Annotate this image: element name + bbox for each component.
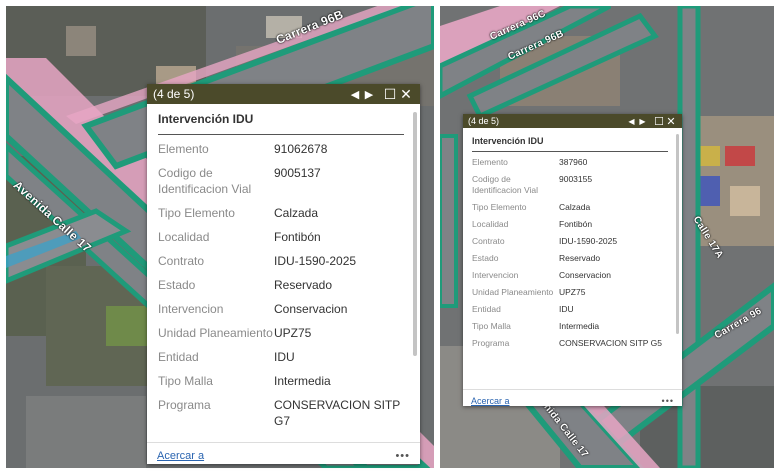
attribute-row: Codigo de Identificacion Vial 9005137: [158, 165, 404, 197]
popup-controls: ◀ ▶ ☐ ✕: [626, 115, 677, 128]
attribute-row: Estado Reservado: [472, 253, 668, 264]
attribute-row: Elemento 387960: [472, 157, 668, 168]
attribute-value: UPZ75: [274, 326, 312, 340]
attribute-value: 387960: [559, 157, 588, 167]
popup-counter: (4 de 5): [153, 87, 195, 101]
attribute-key: Programa: [472, 338, 510, 348]
attribute-value: UPZ75: [559, 287, 586, 297]
attribute-key: Localidad: [158, 230, 210, 244]
attribute-row: Entidad IDU: [472, 304, 668, 315]
attribute-value: IDU: [559, 304, 574, 314]
popup-header: (4 de 5) ◀ ▶ ☐ ✕: [463, 114, 682, 128]
attribute-value: IDU-1590-2025: [274, 254, 357, 268]
popup-title: Intervención IDU: [158, 110, 404, 135]
attribute-key: Unidad Planeamiento: [472, 287, 554, 297]
close-icon[interactable]: ✕: [665, 115, 677, 128]
attribute-value: Fontibón: [274, 230, 321, 244]
prev-icon[interactable]: ◀: [348, 88, 362, 101]
maximize-icon[interactable]: ☐: [382, 86, 398, 103]
attribute-key: Intervencion: [158, 302, 224, 316]
popup-footer: Acercar a •••: [147, 442, 420, 469]
attribute-table: Elemento 91062678 Codigo de Identificacion…: [158, 141, 404, 429]
attribute-key: Entidad: [472, 304, 501, 314]
attribute-row: Intervencion Conservacion: [158, 301, 404, 317]
zoom-to-link[interactable]: Acercar a: [157, 450, 204, 462]
close-icon[interactable]: ✕: [398, 86, 414, 103]
attribute-value: 9003155: [559, 174, 593, 184]
maximize-icon[interactable]: ☐: [653, 115, 665, 128]
popup-title: Intervención IDU: [472, 134, 668, 152]
attribute-value: Fontibón: [559, 219, 593, 229]
attribute-key: Tipo Malla: [158, 374, 213, 388]
more-options-icon[interactable]: •••: [395, 450, 410, 462]
attribute-value: 91062678: [274, 142, 328, 156]
attribute-row: Contrato IDU-1590-2025: [158, 253, 404, 269]
popup-footer: Acercar a •••: [463, 389, 682, 412]
more-options-icon[interactable]: •••: [662, 396, 674, 406]
attribute-row: Tipo Malla Intermedia: [472, 321, 668, 332]
popup-body[interactable]: Intervención IDU Elemento 387960 Codigo de…: [463, 128, 682, 389]
popup-body[interactable]: Intervención IDU Elemento 91062678 Codigo …: [147, 104, 420, 442]
attribute-row: Estado Reservado: [158, 277, 404, 293]
attribute-key: Intervencion: [472, 270, 519, 280]
attribute-key: Contrato: [158, 254, 205, 268]
attribute-row: Tipo Elemento Calzada: [472, 202, 668, 213]
feature-popup-left: (4 de 5) ◀ ▶ ☐ ✕ Intervención IDU Elemen…: [147, 84, 420, 464]
attribute-key: Tipo Malla: [472, 321, 511, 331]
attribute-key: Entidad: [158, 350, 199, 364]
next-icon[interactable]: ▶: [637, 117, 648, 126]
attribute-value: 9005137: [274, 166, 321, 180]
attribute-row: Elemento 91062678: [158, 141, 404, 157]
attribute-value: Calzada: [559, 202, 591, 212]
popup-counter: (4 de 5): [468, 116, 500, 126]
attribute-row: Unidad Planeamiento UPZ75: [472, 287, 668, 298]
attribute-row: Codigo de Identificacion Vial 9003155: [472, 174, 668, 196]
attribute-row: Localidad Fontibón: [158, 229, 404, 245]
feature-popup-right: (4 de 5) ◀ ▶ ☐ ✕ Intervención IDU Elemen…: [463, 114, 682, 406]
attribute-key: Elemento: [472, 157, 508, 167]
attribute-row: Localidad Fontibón: [472, 219, 668, 230]
attribute-key: Unidad Planeamiento: [158, 326, 273, 340]
attribute-value: Reservado: [274, 278, 333, 292]
attribute-row: Programa CONSERVACION SITP G5: [472, 338, 668, 349]
attribute-value: Intermedia: [274, 374, 331, 388]
scrollbar[interactable]: [676, 134, 679, 334]
attribute-value: Intermedia: [559, 321, 600, 331]
scrollbar[interactable]: [413, 112, 417, 356]
attribute-row: Tipo Malla Intermedia: [158, 373, 404, 389]
attribute-value: CONSERVACION SITP G5: [559, 338, 662, 348]
attribute-value: CONSERVACION SITP G7: [274, 398, 401, 428]
attribute-key: Elemento: [158, 142, 209, 156]
popup-controls: ◀ ▶ ☐ ✕: [348, 86, 414, 103]
attribute-table: Elemento 387960 Codigo de Identificacion V…: [472, 157, 668, 349]
next-icon[interactable]: ▶: [362, 88, 376, 101]
attribute-key: Localidad: [472, 219, 509, 229]
attribute-key: Estado: [472, 253, 499, 263]
attribute-value: IDU-1590-2025: [559, 236, 618, 246]
attribute-row: Tipo Elemento Calzada: [158, 205, 404, 221]
attribute-key: Tipo Elemento: [472, 202, 527, 212]
attribute-value: Calzada: [274, 206, 319, 220]
attribute-row: Entidad IDU: [158, 349, 404, 365]
attribute-key: Codigo de Identificacion Vial: [472, 174, 538, 195]
attribute-key: Contrato: [472, 236, 505, 246]
prev-icon[interactable]: ◀: [626, 117, 637, 126]
attribute-key: Tipo Elemento: [158, 206, 235, 220]
attribute-row: Unidad Planeamiento UPZ75: [158, 325, 404, 341]
zoom-to-link[interactable]: Acercar a: [471, 396, 510, 406]
popup-header: (4 de 5) ◀ ▶ ☐ ✕: [147, 84, 420, 104]
attribute-value: Conservacion: [559, 270, 611, 280]
attribute-row: Contrato IDU-1590-2025: [472, 236, 668, 247]
attribute-value: Reservado: [559, 253, 601, 263]
attribute-row: Intervencion Conservacion: [472, 270, 668, 281]
attribute-key: Programa: [158, 398, 211, 412]
attribute-value: Conservacion: [274, 302, 348, 316]
attribute-row: Programa CONSERVACION SITP G7: [158, 397, 404, 429]
attribute-key: Estado: [158, 278, 196, 292]
attribute-key: Codigo de Identificacion Vial: [158, 166, 252, 196]
attribute-value: IDU: [274, 350, 295, 364]
